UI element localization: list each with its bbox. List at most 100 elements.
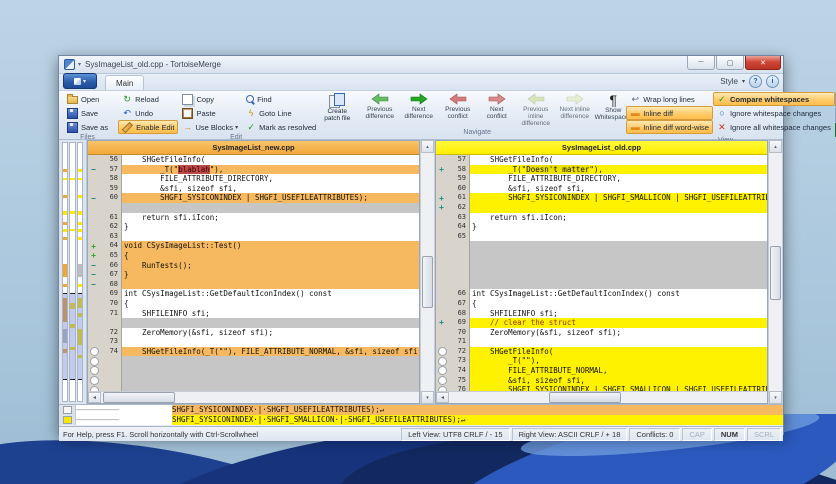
paste-button[interactable]: Paste: [178, 106, 242, 120]
code-line[interactable]: − 60 SHGFI_SYSICONINDEX | SHGFI_USEFILEAT…: [88, 193, 419, 203]
code-line[interactable]: 64}: [436, 222, 767, 232]
filler-line[interactable]: [88, 356, 419, 367]
code-line[interactable]: 70 ZeroMemory(&sfi, sizeof sfi);: [436, 327, 767, 338]
scroll-left-icon[interactable]: ◂: [88, 392, 101, 403]
style-caret-icon[interactable]: ▾: [742, 78, 745, 85]
code-line[interactable]: − 57 _T("blablah"),: [88, 164, 419, 175]
code-line[interactable]: 71: [436, 337, 767, 347]
code-line[interactable]: 67 {: [436, 298, 767, 309]
find-button[interactable]: Find: [242, 92, 320, 106]
reload-button[interactable]: ↻ Reload: [118, 92, 178, 106]
inline-diff-button[interactable]: ▬ Inline diff: [626, 106, 713, 120]
create-patch-button[interactable]: Create patch file: [320, 92, 354, 122]
code-line[interactable]: 57 SHGetFileInfo(: [436, 155, 767, 165]
code-line[interactable]: 65: [436, 231, 767, 242]
open-button[interactable]: Open: [63, 92, 112, 106]
close-button[interactable]: ✕: [745, 56, 781, 70]
wrap-long-lines-button[interactable]: ↩ Wrap long lines: [626, 92, 713, 106]
filler-line[interactable]: [436, 279, 767, 290]
code-line[interactable]: +62: [436, 202, 767, 213]
filler-line[interactable]: [436, 260, 767, 271]
right-vscroll-thumb[interactable]: [770, 245, 781, 301]
mark-resolved-button[interactable]: ✓ Mark as resolved: [242, 120, 320, 134]
code-line[interactable]: 59 FILE_ATTRIBUTE_DIRECTORY,: [436, 174, 767, 184]
code-line[interactable]: 56 SHGetFileInfo(: [88, 155, 419, 165]
inline-diff-word-wise-button[interactable]: ▬ Inline diff word-wise: [626, 120, 713, 134]
locator-viewport[interactable]: [70, 292, 75, 380]
previous-inline-difference-button[interactable]: Previous inline difference: [516, 92, 555, 127]
right-vertical-scrollbar[interactable]: ▴ ▾: [768, 140, 783, 404]
filler-line[interactable]: [88, 375, 419, 386]
show-whitespaces-button[interactable]: ¶ Show Whitespaces: [595, 92, 632, 121]
code-line[interactable]: − 68: [88, 279, 419, 290]
scroll-up-icon[interactable]: ▴: [769, 140, 782, 153]
tab-main[interactable]: Main: [105, 75, 145, 90]
enable-edit-button[interactable]: Enable Edit: [118, 120, 179, 134]
copy-button[interactable]: Copy: [178, 92, 242, 106]
scroll-left-icon[interactable]: ◂: [436, 392, 449, 403]
about-button[interactable]: i: [766, 75, 779, 88]
compare-whitespaces-button[interactable]: ✓ Compare whitespaces: [712, 92, 835, 106]
filler-line[interactable]: [436, 270, 767, 280]
undo-button[interactable]: ↶ Undo: [118, 106, 178, 120]
code-line[interactable]: 70 {: [88, 298, 419, 309]
code-line[interactable]: 69 int CSysImageList::GetDefaultIconIndex…: [88, 289, 419, 299]
code-line[interactable]: 62}: [88, 222, 419, 232]
scroll-up-icon[interactable]: ▴: [421, 140, 434, 153]
maximize-button[interactable]: ▢: [716, 56, 744, 70]
code-line[interactable]: 61 return sfi.iIcon;: [88, 212, 419, 223]
previous-conflict-button[interactable]: Previous conflict: [438, 92, 477, 120]
code-line[interactable]: 75 &sfi, sizeof sfi,: [436, 375, 767, 386]
save-as-button[interactable]: Save as: [63, 120, 112, 134]
left-vertical-scrollbar[interactable]: ▴ ▾: [420, 140, 435, 404]
locator-viewport[interactable]: [63, 292, 68, 380]
code-line[interactable]: 71 SHFILEINFO sfi;: [88, 308, 419, 319]
code-line[interactable]: − 66 RunTests();: [88, 260, 419, 271]
right-hscroll-thumb[interactable]: [549, 392, 621, 403]
code-line[interactable]: 73 _T(""),: [436, 356, 767, 367]
style-dropdown[interactable]: Style: [720, 77, 738, 86]
code-line[interactable]: 72 SHGetFileInfo(: [436, 346, 767, 357]
code-line[interactable]: 74 SHGetFileInfo(_T(""), FILE_ATTRIBUTE_…: [88, 346, 419, 357]
quick-access-caret-icon[interactable]: ▾: [78, 61, 81, 68]
scroll-down-icon[interactable]: ▾: [421, 391, 434, 404]
code-line[interactable]: +64 void CSysImageList::Test(): [88, 241, 419, 251]
code-line[interactable]: 60 &sfi, sizeof sfi,: [436, 183, 767, 194]
locator-viewport[interactable]: [77, 292, 82, 380]
code-line[interactable]: 74 FILE_ATTRIBUTE_NORMAL,: [436, 366, 767, 376]
code-line[interactable]: +65{: [88, 250, 419, 261]
code-line[interactable]: 58 FILE_ATTRIBUTE_DIRECTORY,: [88, 174, 419, 184]
right-pane-title[interactable]: SysImageList_old.cpp: [436, 141, 767, 155]
filler-line[interactable]: [88, 366, 419, 376]
filler-line[interactable]: [88, 318, 419, 328]
left-hscroll-thumb[interactable]: [103, 392, 175, 403]
code-line[interactable]: − 67}: [88, 270, 419, 280]
scroll-down-icon[interactable]: ▾: [769, 391, 782, 404]
locator-bar[interactable]: [59, 140, 87, 404]
save-button[interactable]: Save: [63, 106, 112, 120]
ignore-all-whitespace-button[interactable]: ✕ Ignore all whitespace changes: [713, 120, 835, 134]
code-line[interactable]: 66 int CSysImageList::GetDefaultIconIndex…: [436, 289, 767, 299]
filler-line[interactable]: [88, 202, 419, 213]
left-vscroll-thumb[interactable]: [422, 256, 433, 309]
code-line[interactable]: 63 return sfi.iIcon;: [436, 212, 767, 223]
code-line[interactable]: 72 ZeroMemory(&sfi, sizeof sfi);: [88, 327, 419, 338]
use-blocks-button[interactable]: → Use Blocks ▾: [178, 120, 242, 134]
next-difference-button[interactable]: Next difference: [399, 92, 438, 120]
minimize-button[interactable]: ─: [687, 56, 715, 70]
application-menu-button[interactable]: ▾: [63, 73, 97, 89]
filler-line[interactable]: [436, 241, 767, 251]
filler-line[interactable]: [436, 250, 767, 261]
code-line[interactable]: 63: [88, 231, 419, 242]
left-horizontal-scrollbar[interactable]: ◂: [88, 391, 419, 403]
left-pane-title[interactable]: SysImageList_new.cpp: [88, 141, 419, 155]
previous-difference-button[interactable]: Previous difference: [360, 92, 399, 120]
next-inline-difference-button[interactable]: Next inline difference: [555, 92, 594, 120]
code-line[interactable]: 68 SHFILEINFO sfi;: [436, 308, 767, 319]
ignore-whitespace-changes-button[interactable]: ○ Ignore whitespace changes: [713, 106, 835, 120]
help-button[interactable]: ?: [749, 75, 762, 88]
code-line[interactable]: +61 SHGFI_SYSICONINDEX | SHGFI_SMALLICON…: [436, 193, 767, 203]
right-horizontal-scrollbar[interactable]: ◂: [436, 391, 767, 403]
title-bar[interactable]: ▾ SysImageList_old.cpp - TortoiseMerge ─…: [59, 56, 783, 74]
code-line[interactable]: +69 // clear the struct: [436, 318, 767, 328]
